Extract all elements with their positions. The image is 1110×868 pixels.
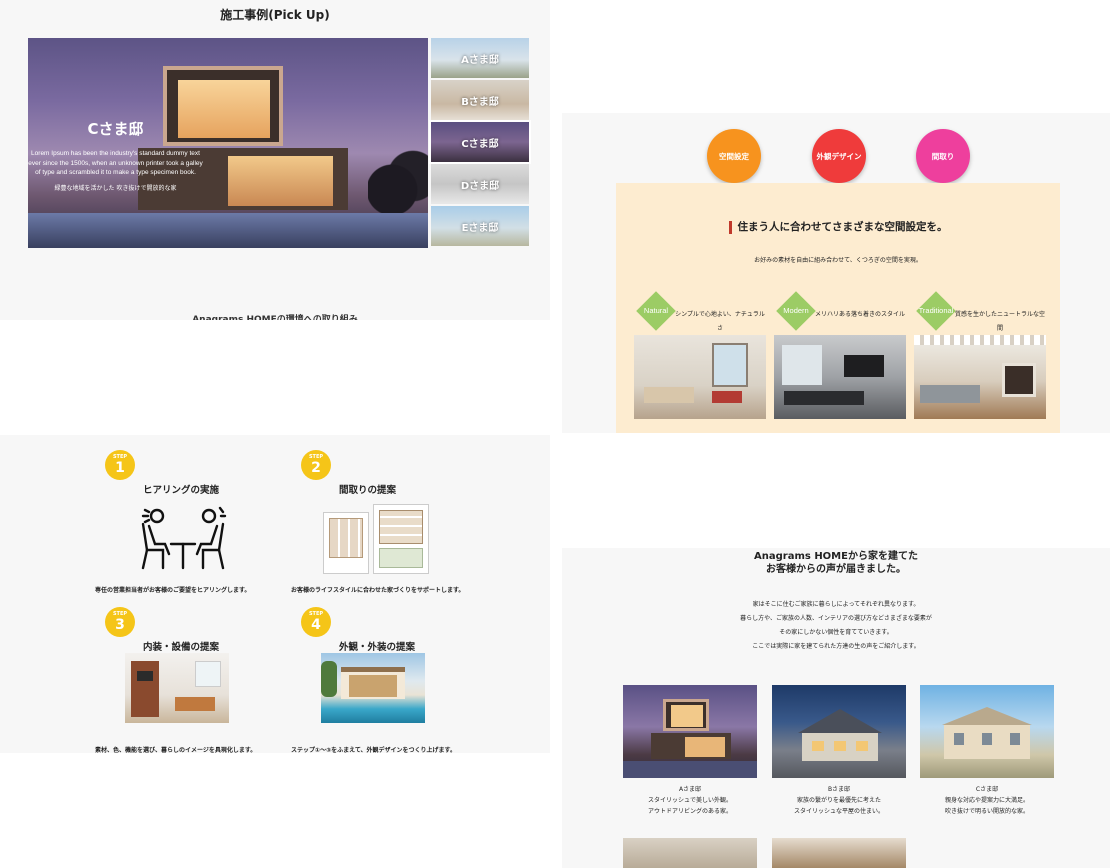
heading-accent-bar [728, 220, 732, 234]
house-description: 家族の繋がりを最優先に考えた スタイリッシュな平屋の住まい。 [793, 797, 884, 815]
natural-room-photo [634, 335, 766, 419]
thumbnail-b[interactable]: Bさま邸 [431, 80, 529, 120]
next-section-title: Anagrams HOMEの環境への取り組み [192, 315, 358, 320]
hearing-icon [125, 504, 229, 574]
modern-room-photo [774, 335, 906, 419]
floor-plan-image [321, 504, 431, 574]
space-heading: 住まう人に合わせてさまざまな空間設定を。 [616, 219, 1060, 234]
tab-exterior-design[interactable]: 外観デザイン [812, 129, 866, 183]
style-tag: Traditional [916, 291, 956, 331]
thumbnail-label: Dさま邸 [460, 180, 500, 192]
voices-title: Anagrams HOMEから家を建てた お客様からの声が届きました。 [754, 551, 918, 575]
thumbnail-c[interactable]: Cさま邸 [429, 120, 531, 164]
interior-image [125, 653, 229, 723]
house-name: Cさま邸 [975, 786, 999, 793]
style-tag: Natural [636, 291, 676, 331]
house-photo [623, 685, 757, 778]
thumbnail-d[interactable]: Dさま邸 [431, 164, 529, 204]
space-content: 住まう人に合わせてさまざまな空間設定を。 お好みの素材を自由に組み合わせて、くつ… [616, 183, 1060, 433]
tab-label: 外観デザイン [816, 151, 862, 161]
tab-label: 空間設定 [719, 151, 749, 161]
pickup-section: 施工事例(Pick Up) Cさま邸 Lorem Ipsum has been … [0, 0, 550, 320]
step-title: 外観・外装の提案 [339, 642, 416, 653]
voice-card-a[interactable]: Aさま邸 スタイリッシュで美しい外観。 アウトドアリビングのある家。 [623, 685, 757, 817]
tab-space-setting[interactable]: 空間設定 [707, 129, 761, 183]
house-name: Aさま邸 [678, 786, 702, 793]
step-title: ヒアリングの実施 [143, 485, 220, 496]
step-title: 内装・設備の提案 [143, 642, 220, 653]
house-name: Bさま邸 [827, 786, 851, 793]
step-badge: STEP 2 [301, 450, 331, 480]
style-desc: メリハリある落ち着きのスタイル [814, 311, 905, 318]
voice-card-d-peek[interactable] [623, 838, 757, 868]
space-section: 空間設定 外観デザイン 間取り 住まう人に合わせてさまざまな空間設定を。 お好み… [562, 113, 1110, 433]
pickup-title: 施工事例(Pick Up) [220, 8, 330, 22]
step-badge: STEP 4 [301, 607, 331, 637]
style-desc: 質感を生かしたニュートラルな空間 [954, 311, 1045, 332]
step-description: 専任の営業担当者がお客様のご要望をヒアリングします。 [95, 587, 251, 594]
featured-house-note: 緑豊な地域を活かした 吹き抜けで開放的な家 [54, 184, 177, 192]
step-badge: STEP 3 [105, 607, 135, 637]
space-subtext: お好みの素材を自由に組み合わせて、くつろぎの空間を実現。 [754, 257, 922, 264]
step-title: 間取りの提案 [339, 485, 397, 496]
voice-card-e-peek[interactable] [772, 838, 906, 868]
tab-label: 間取り [931, 151, 955, 161]
thumbnail-label: Bさま邸 [461, 96, 499, 108]
featured-house-description: Lorem Ipsum has been the industry's stan… [28, 150, 203, 176]
style-tag: Modern [776, 291, 816, 331]
thumbnail-label: Eさま邸 [461, 222, 499, 234]
thumbnail-label: Aさま邸 [461, 54, 499, 66]
style-desc: シンプルで心地よい、ナチュラルさ [675, 311, 765, 332]
house-photo [772, 685, 906, 778]
step-description: ステップ①〜③をふまえて、外観デザインをつくり上げます。 [291, 747, 456, 753]
voices-section: Anagrams HOMEから家を建てた お客様からの声が届きました。 家はそこ… [562, 548, 1110, 868]
traditional-room-photo [914, 335, 1046, 419]
featured-slide[interactable]: Cさま邸 Lorem Ipsum has been the industry's… [28, 38, 428, 248]
featured-caption: Cさま邸 Lorem Ipsum has been the industry's… [28, 118, 203, 193]
steps-section: STEP 1 ヒアリングの実施 専任の営業担当者がお客様のご要望をヒアリングします… [0, 435, 550, 753]
thumbnail-e[interactable]: Eさま邸 [431, 206, 529, 246]
voices-intro: 家はそこに住むご家族に暮らしによってそれぞれ異なります。 暮らし方や、ご家族の人… [740, 601, 932, 650]
thumbnail-list: Aさま邸 Bさま邸 Cさま邸 Dさま邸 Eさま邸 [429, 38, 531, 248]
step-description: お客様のライフスタイルに合わせた家づくりをサポートします。 [291, 587, 465, 594]
house-photo [920, 685, 1054, 778]
house-description: スタイリッシュで美しい外観。 アウトドアリビングのある家。 [647, 797, 732, 815]
step-description: 素材、色、機能を選び、暮らしのイメージを具現化します。 [95, 747, 257, 753]
step-badge: STEP 1 [105, 450, 135, 480]
thumbnail-label: Cさま邸 [461, 138, 499, 150]
house-description: 親身な対応や提案力に大満足。 吹き抜けで明るい開放的な家。 [944, 797, 1029, 815]
exterior-image [321, 653, 425, 723]
thumbnail-a[interactable]: Aさま邸 [431, 38, 529, 78]
voice-card-c[interactable]: Cさま邸 親身な対応や提案力に大満足。 吹き抜けで明るい開放的な家。 [920, 685, 1054, 817]
voice-card-b[interactable]: Bさま邸 家族の繋がりを最優先に考えた スタイリッシュな平屋の住まい。 [772, 685, 906, 817]
tab-floor-plan[interactable]: 間取り [916, 129, 970, 183]
featured-house-name: Cさま邸 [87, 120, 144, 138]
